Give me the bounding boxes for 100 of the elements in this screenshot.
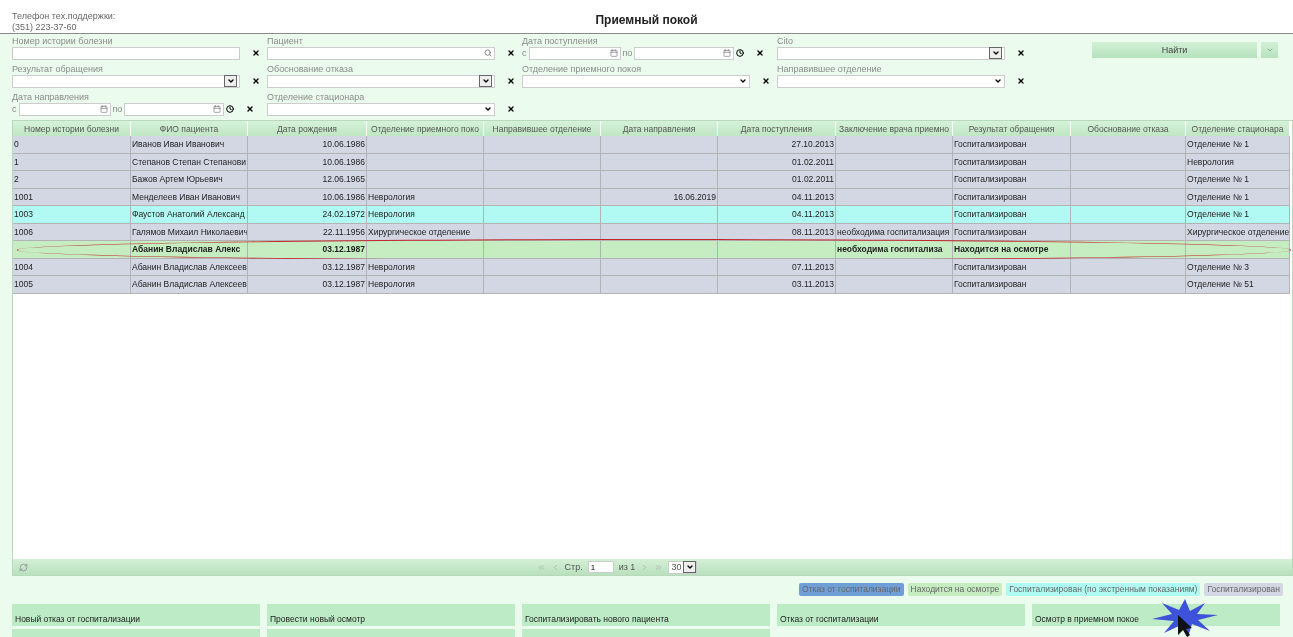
to-label: по xyxy=(622,48,633,58)
clear-icon xyxy=(1017,49,1025,57)
caret-icon xyxy=(484,105,492,113)
table-row[interactable]: 0 Иванов Иван Иванович 10.06.1986 27.10.2013 Госпитализирован Отделение № 1 xyxy=(13,136,1292,154)
table-cell: 03.12.1987 xyxy=(248,241,367,259)
table-row[interactable]: 1004 Абанин Владислав Алексеев 03.12.1987 Неврология 07.11.2013 Госпитализирован Отделение № 3 xyxy=(13,258,1292,276)
table-cell: Госпитализирован xyxy=(953,136,1071,154)
action-button[interactable]: Провести новый осмотр xyxy=(267,604,515,626)
first-page-icon xyxy=(536,562,546,572)
table-cell: Отделение № 1 xyxy=(1186,206,1290,224)
select-field[interactable] xyxy=(12,74,240,88)
action-button[interactable]: Новый отказ от госпитализации xyxy=(12,604,260,626)
table-cell: 03.12.1987 xyxy=(248,258,367,276)
table-cell: Госпитализирован xyxy=(953,258,1071,276)
filter-label: Обоснование отказа xyxy=(267,64,354,74)
dropdown-field[interactable] xyxy=(522,74,750,88)
date-field[interactable] xyxy=(124,102,225,116)
calendar-icon xyxy=(723,49,732,57)
filter-label: Отделение стационара xyxy=(267,92,366,102)
table-cell: 2 xyxy=(13,171,131,189)
calendar-icon xyxy=(213,105,222,113)
table-cell: Находится на осмотре xyxy=(953,241,1071,259)
caret-icon xyxy=(991,49,1000,57)
filter-label: Отделение приемного покоя xyxy=(522,64,642,74)
caret-icon xyxy=(1265,46,1274,54)
date-field[interactable] xyxy=(634,46,735,60)
table-row[interactable]: 1003 Фаустов Анатолий Александ 24.02.1972 Неврология 04.11.2013 Госпитализирован Отделение № 1 xyxy=(13,206,1292,224)
date-field[interactable] xyxy=(18,102,111,116)
table-cell: 03.11.2013 xyxy=(718,276,836,294)
page-label: Стр. xyxy=(564,562,583,572)
text-field[interactable] xyxy=(12,46,240,60)
table-row[interactable]: 1005 Абанин Владислав Алексеев 03.12.1987 Неврология 03.11.2013 Госпитализирован Отделение № 51 xyxy=(13,276,1292,294)
column-header[interactable]: Результат обращения xyxy=(953,121,1071,136)
legend-chip: Отказ от госпитализации xyxy=(799,583,904,596)
refresh-icon[interactable] xyxy=(19,562,28,572)
table-cell: Бажов Артем Юрьевич xyxy=(131,171,248,189)
find-button[interactable]: Найти xyxy=(1092,42,1257,58)
action-button[interactable]: Отказ от госпитализации xyxy=(777,604,1025,626)
caret-icon xyxy=(739,77,747,85)
table-cell: 1005 xyxy=(13,276,131,294)
filter-label: Результат обращения xyxy=(12,64,104,74)
table-row[interactable]: 1006 Галямов Михаил Николаевич 22.11.1956 Хирургическое отделение 08.11.2013 необходима госпитализация Госпитализирован Хирургическое отделение xyxy=(13,223,1292,241)
find-menu-button[interactable] xyxy=(1261,42,1278,58)
column-header[interactable]: Отделение стационара xyxy=(1186,121,1290,136)
column-header[interactable]: Дата направления xyxy=(601,121,718,136)
table-row[interactable]: 1 Степанов Степан Степанови 10.06.1986 01.02.2011 Госпитализирован Неврология xyxy=(13,153,1292,171)
caret-icon xyxy=(226,77,235,85)
table-row[interactable]: 2 Бажов Артем Юрьевич 12.06.1965 01.02.2011 Госпитализирован Отделение № 1 xyxy=(13,171,1292,189)
dropdown-field[interactable] xyxy=(267,102,495,116)
select-field[interactable] xyxy=(267,74,495,88)
calendar-icon xyxy=(609,49,618,57)
clear-icon xyxy=(507,77,515,85)
page-field[interactable]: 1 xyxy=(587,561,614,573)
action-button[interactable]: Госпитализировать нового пациента xyxy=(522,604,770,626)
caret-icon xyxy=(481,77,490,85)
clear-icon xyxy=(252,77,260,85)
column-header[interactable]: Номер истории болезни xyxy=(13,121,131,136)
clear-icon xyxy=(507,105,515,113)
table-cell: Абанин Владислав Алексеев xyxy=(131,276,248,294)
clear-icon xyxy=(762,77,770,85)
table-cell: 10.06.1986 xyxy=(248,136,367,154)
column-header[interactable]: Заключение врача приемно xyxy=(836,121,953,136)
column-header[interactable]: Дата рождения xyxy=(248,121,367,136)
clear-icon xyxy=(252,49,260,57)
table-row[interactable]: 1001 Менделеев Иван Иванович 10.06.1986 Неврология 16.06.2019 04.11.2013 Госпитализирован Отделение № 1 xyxy=(13,188,1292,206)
table-cell: 01.02.2011 xyxy=(718,171,836,189)
table-cell: Абанин Владислав Алексеев xyxy=(131,258,248,276)
clear-icon xyxy=(1017,77,1025,85)
page-count: из 1 xyxy=(618,562,636,572)
column-header[interactable]: Обоснование отказа xyxy=(1071,121,1186,136)
column-header[interactable]: Дата поступления xyxy=(718,121,836,136)
legend-chip: Госпитализирован xyxy=(1204,583,1283,596)
table-cell: 03.12.1987 xyxy=(248,276,367,294)
search-icon xyxy=(484,49,492,57)
table-cell: Отделение № 1 xyxy=(1186,136,1290,154)
dropdown-field[interactable] xyxy=(777,74,1005,88)
table-cell: необходима госпитализа xyxy=(836,241,953,259)
search-field[interactable] xyxy=(267,46,495,60)
table-cell: Фаустов Анатолий Александ xyxy=(131,206,248,224)
table-cell: Госпитализирован xyxy=(953,171,1071,189)
clock-icon xyxy=(226,105,235,113)
caret-icon xyxy=(994,77,1002,85)
table-cell: Неврология xyxy=(367,258,484,276)
clear-icon xyxy=(756,49,765,57)
table-cell: 04.11.2013 xyxy=(718,206,836,224)
table-cell: Госпитализирован xyxy=(953,206,1071,224)
last-page-icon xyxy=(654,562,664,572)
filter-label: Дата поступления xyxy=(522,36,599,46)
calendar-icon xyxy=(99,105,108,113)
table-cell: 24.02.1972 xyxy=(248,206,367,224)
filter-label: Cito xyxy=(777,36,794,46)
column-header[interactable]: Отделение приемного поко xyxy=(367,121,484,136)
column-header[interactable]: ФИО пациента xyxy=(131,121,248,136)
to-label: по xyxy=(112,104,123,114)
table-cell: Госпитализирован xyxy=(953,276,1071,294)
page-size-select[interactable]: 30 xyxy=(668,560,698,574)
date-field[interactable] xyxy=(528,46,621,60)
select-field[interactable] xyxy=(777,46,1005,60)
table-cell: Абанин Владислав Алекс xyxy=(131,241,248,259)
column-header[interactable]: Направившее отделение xyxy=(484,121,601,136)
